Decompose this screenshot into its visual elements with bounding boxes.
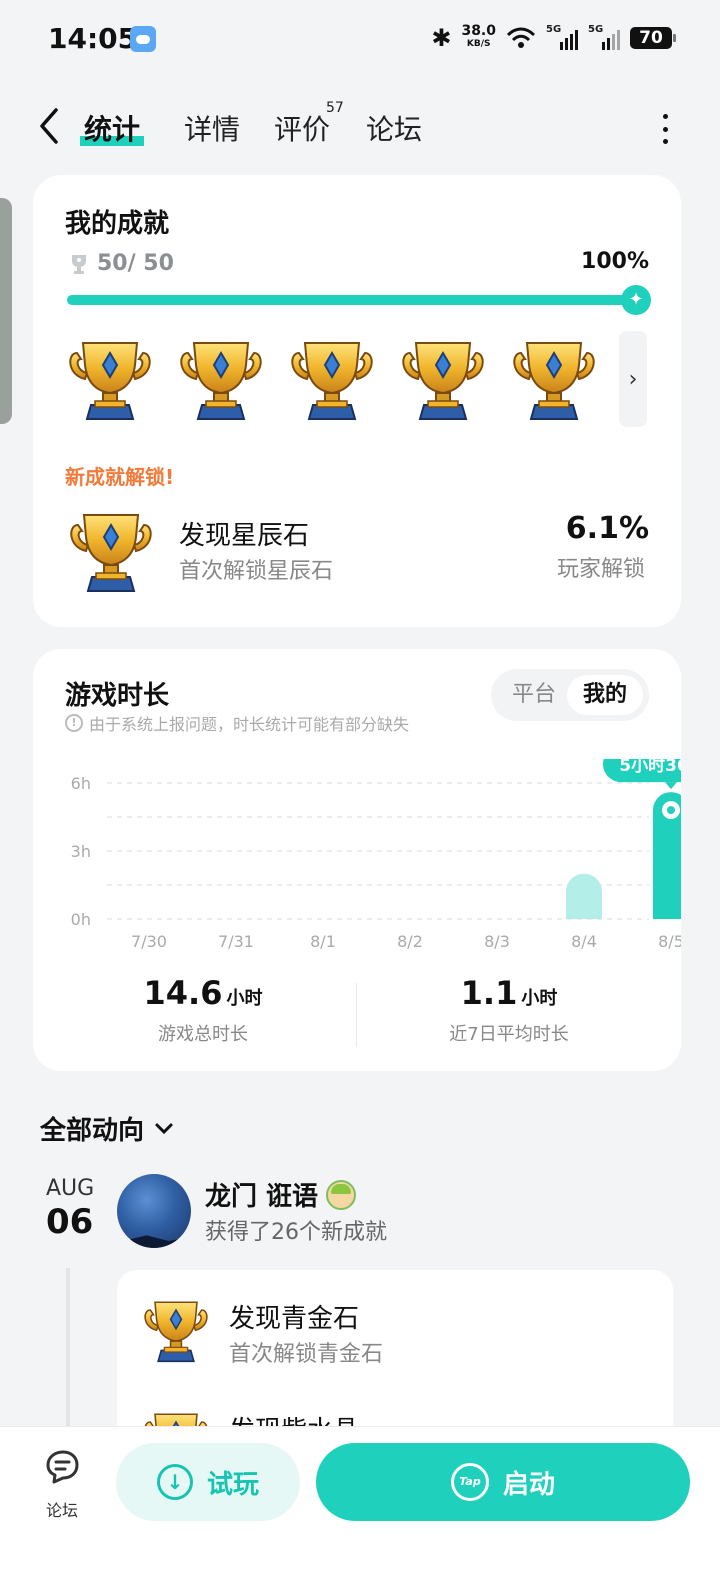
- user-name[interactable]: 龙门 诳语: [205, 1176, 357, 1213]
- activity-filter[interactable]: 全部动向: [40, 1110, 174, 1147]
- download-icon: [156, 1464, 193, 1500]
- new-unlock-label: 新成就解锁!: [65, 465, 175, 489]
- tab-reviews[interactable]: 评价: [274, 108, 330, 148]
- x-tick-label: 7/31: [218, 932, 254, 951]
- timeline-line: [66, 1268, 70, 1428]
- item-desc: 首次解锁青金石: [229, 1342, 384, 1367]
- avg-value: 1.1: [460, 974, 518, 1012]
- chevron-right-icon: ›: [628, 366, 638, 392]
- playtime-chart-svg: 6h 3h 0h 7/30 7/31 8/1 8/2 8/3 8/4 5小时36分钟 8/5: [71, 759, 681, 951]
- trophy-icon[interactable]: [65, 335, 155, 425]
- side-drawer-handle[interactable]: [0, 198, 12, 424]
- status-bar: 14:05 ✱ 38.0 KB/S 5G 5G 70: [0, 0, 720, 80]
- more-icon[interactable]: [660, 114, 670, 144]
- chevron-down-icon: [155, 1123, 173, 1134]
- toggle-mine[interactable]: 我的: [567, 675, 643, 715]
- battery-icon: 70: [630, 27, 676, 49]
- avatar[interactable]: [117, 1174, 191, 1248]
- activity-month: AUG: [46, 1176, 95, 1201]
- x-tick-label: 8/3: [484, 932, 510, 951]
- back-icon[interactable]: [34, 106, 64, 146]
- trophy-icon: [65, 507, 157, 597]
- x-tick-label: 7/30: [131, 932, 167, 951]
- latest-achievement-name: 发现星辰石: [179, 521, 310, 551]
- achievement-progress-fill: [67, 295, 639, 305]
- user-action: 获得了26个新成就: [205, 1220, 387, 1245]
- wifi-icon: [506, 27, 536, 49]
- y-tick-label: 6h: [71, 774, 91, 793]
- x-tick-label: 8/1: [310, 932, 336, 951]
- achievement-progress-bar: ✦: [67, 285, 651, 315]
- weather-icon: [130, 26, 156, 52]
- forum-label: 论坛: [45, 1501, 78, 1520]
- total-unit: 小时: [226, 988, 263, 1009]
- notice: ! 由于系统上报问题，时长统计可能有部分缺失: [65, 711, 409, 735]
- toggle-platform[interactable]: 平台: [501, 675, 567, 715]
- avg-label: 近7日平均时长: [449, 1024, 569, 1045]
- total-value: 14.6: [143, 974, 223, 1012]
- tab-forum[interactable]: 论坛: [366, 108, 422, 148]
- activity-day: 06: [46, 1202, 94, 1242]
- divider: [356, 983, 357, 1047]
- highlight-label: 5小时36分钟: [619, 759, 681, 776]
- signal-icon-2: 5G: [588, 24, 620, 50]
- chat-bubble-icon: [46, 1450, 79, 1484]
- trophy-list: [65, 335, 599, 425]
- trophy-icon[interactable]: [398, 335, 488, 425]
- notice-text: 由于系统上报问题，时长统计可能有部分缺失: [89, 715, 410, 734]
- x-tick-label: 8/2: [397, 932, 423, 951]
- avg-playtime: 1.1 小时 近7日平均时长: [359, 974, 659, 1046]
- playtime-title: 游戏时长: [65, 681, 170, 711]
- chart-bar: [566, 873, 602, 919]
- unlock-rate: 6.1%: [565, 511, 649, 546]
- tab-stats[interactable]: 统计: [79, 108, 145, 148]
- latest-achievement-desc: 首次解锁星辰石: [179, 559, 334, 584]
- avg-unit: 小时: [521, 988, 558, 1009]
- tooltip-pointer: [665, 782, 677, 790]
- sparkle-icon: ✦: [621, 285, 651, 315]
- unlock-rate-label: 玩家解锁: [556, 557, 645, 582]
- x-tick-label: 8/4: [571, 932, 597, 951]
- playtime-chart: 6h 3h 0h 7/30 7/31 8/1 8/2 8/3 8/4 5小时36分钟 8/5: [33, 759, 681, 959]
- playtime-toggle: 平台 我的: [491, 669, 649, 721]
- total-playtime: 14.6 小时 游戏总时长: [53, 974, 353, 1046]
- tap-logo-icon: Tap: [450, 1463, 489, 1501]
- y-tick-label: 0h: [71, 910, 91, 929]
- trophy-more-button[interactable]: ›: [619, 331, 647, 427]
- status-time: 14:05: [48, 22, 138, 55]
- trophy-icon: [139, 1296, 213, 1366]
- achievements-title: 我的成就: [65, 209, 170, 239]
- forum-button[interactable]: 论坛: [36, 1447, 88, 1521]
- bar-marker-dot: [667, 806, 675, 815]
- review-count-badge: 57: [326, 100, 344, 116]
- user-badge-icon: [326, 1179, 357, 1210]
- x-tick-label: 8/5: [658, 932, 681, 951]
- try-button[interactable]: 试玩: [116, 1443, 300, 1521]
- network-speed: 38.0 KB/S: [461, 23, 496, 49]
- tab-details[interactable]: 详情: [184, 108, 240, 148]
- trophy-icon[interactable]: [287, 335, 377, 425]
- signal-icon-1: 5G: [546, 24, 578, 50]
- launch-label: 启动: [502, 1469, 555, 1500]
- bottom-action-bar: 论坛 试玩 Tap 启动: [0, 1426, 720, 1584]
- achievements-card: 我的成就 50/ 50 100% ✦ › 新成就解锁! 发现星辰石 首次解锁星辰…: [33, 175, 681, 627]
- trophy-icon[interactable]: [509, 335, 599, 425]
- try-label: 试玩: [206, 1469, 259, 1500]
- item-name: 发现青金石: [229, 1304, 360, 1334]
- achievement-count: 50/ 50: [67, 251, 174, 276]
- trophy-outline-icon: [72, 254, 86, 274]
- y-tick-label: 3h: [71, 842, 91, 861]
- info-icon: !: [65, 714, 83, 732]
- playtime-card: 游戏时长 平台 我的 ! 由于系统上报问题，时长统计可能有部分缺失 6h 3h 0h…: [33, 649, 681, 1071]
- list-item[interactable]: 发现青金石 首次解锁青金石: [139, 1296, 659, 1376]
- bluetooth-icon: ✱: [431, 24, 452, 52]
- total-label: 游戏总时长: [158, 1024, 248, 1045]
- launch-button[interactable]: Tap 启动: [316, 1443, 690, 1521]
- trophy-icon[interactable]: [176, 335, 266, 425]
- achievement-percent: 100%: [581, 249, 649, 274]
- top-nav: 统计 详情 评价 57 论坛: [0, 96, 720, 160]
